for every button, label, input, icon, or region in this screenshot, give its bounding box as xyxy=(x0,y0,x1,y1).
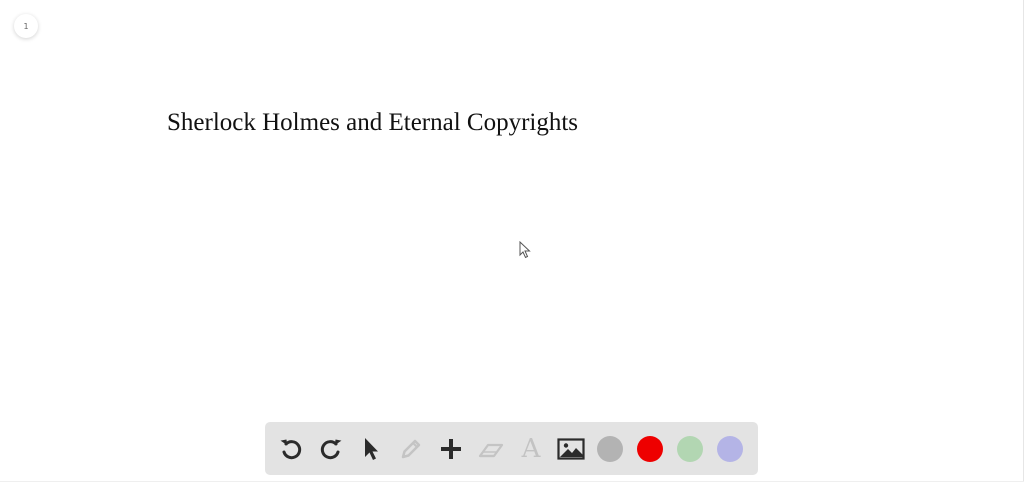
pencil-icon xyxy=(401,439,421,458)
insert-image-button[interactable] xyxy=(557,435,585,463)
select-tool-button[interactable] xyxy=(357,435,385,463)
color-swatch-red[interactable] xyxy=(637,435,663,462)
mouse-cursor-icon xyxy=(519,241,531,259)
eraser-icon xyxy=(478,443,504,457)
text-icon: A xyxy=(521,433,541,464)
undo-button[interactable] xyxy=(277,435,305,463)
eraser-tool-button[interactable] xyxy=(477,435,505,463)
page-number-indicator[interactable]: 1 xyxy=(14,14,38,38)
board-title-text: Sherlock Holmes and Eternal Copyrights xyxy=(167,109,579,136)
color-swatch-lavender[interactable] xyxy=(717,435,743,462)
text-tool-button[interactable]: A xyxy=(517,435,545,463)
whiteboard-canvas[interactable]: 1 Sherlock Holmes and Eternal Copyrights xyxy=(0,0,1024,482)
color-swatch-green[interactable] xyxy=(677,435,703,462)
pointer-icon xyxy=(365,437,378,460)
color-swatch-gray[interactable] xyxy=(597,435,623,462)
drawing-toolbar: A xyxy=(265,422,758,475)
undo-icon xyxy=(280,439,302,459)
redo-icon xyxy=(320,439,342,459)
redo-button[interactable] xyxy=(317,435,345,463)
image-icon xyxy=(557,437,585,460)
add-shape-button[interactable] xyxy=(437,435,465,463)
pencil-tool-button[interactable] xyxy=(397,435,425,463)
plus-icon xyxy=(441,438,461,459)
